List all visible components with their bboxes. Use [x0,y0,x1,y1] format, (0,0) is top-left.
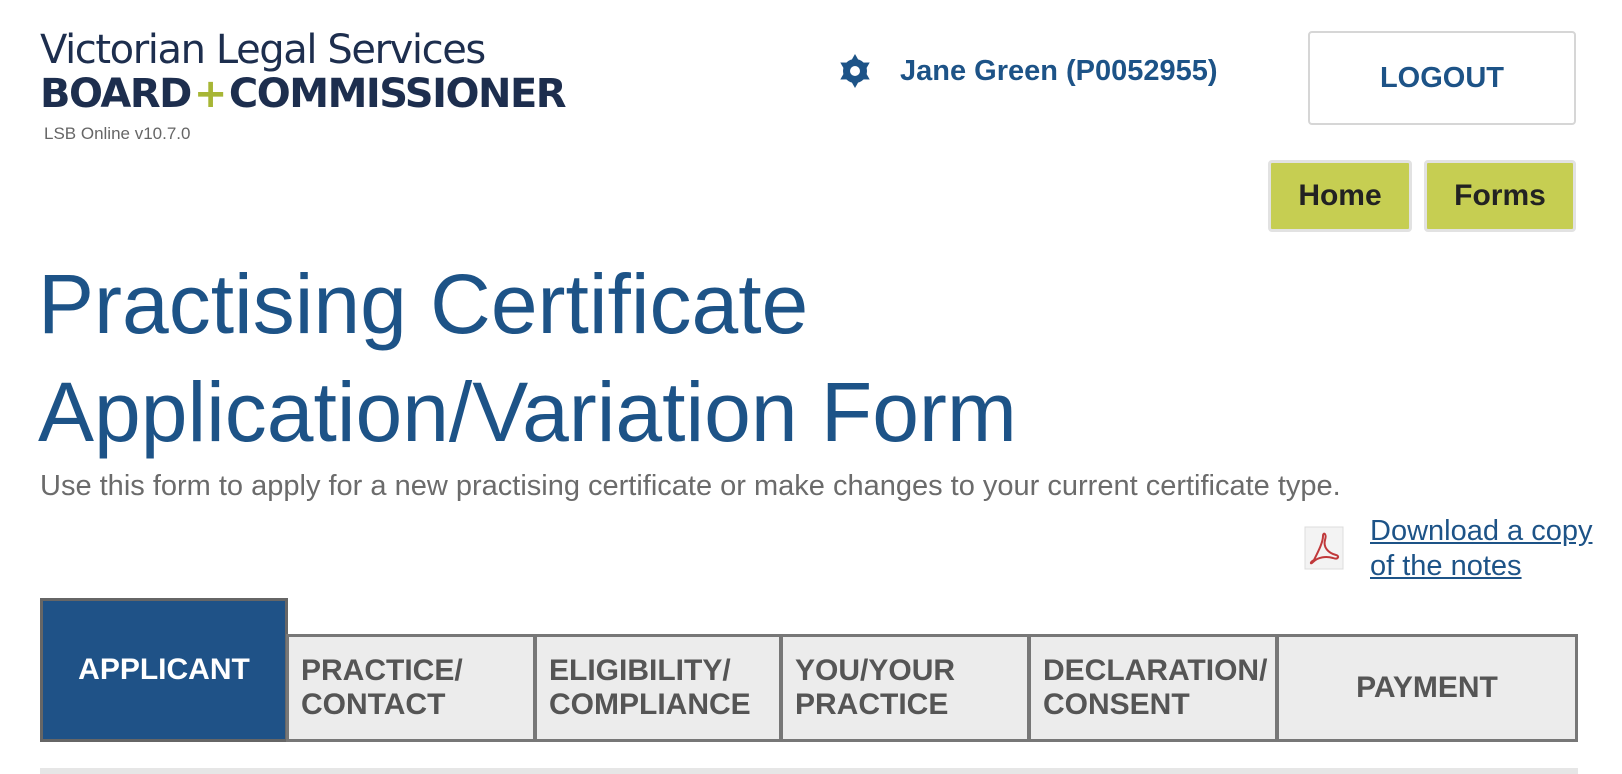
pdf-icon[interactable] [1304,526,1344,570]
version-label: LSB Online v10.7.0 [44,124,191,143]
page-subtitle: Use this form to apply for a new practis… [40,470,1341,502]
download-notes-link[interactable]: Download a copy of the notes [1370,514,1620,584]
logout-button[interactable]: LOGOUT [1308,31,1576,125]
tab-you-your-practice[interactable]: YOU/YOUR PRACTICE [780,634,1030,742]
tab-payment[interactable]: PAYMENT [1276,634,1578,742]
forms-button[interactable]: Forms [1424,160,1576,232]
tab-eligibility-compliance[interactable]: ELIGIBILITY/ COMPLIANCE [534,634,782,742]
page-title: Practising Certificate Application/Varia… [38,257,1017,459]
user-area: Jane Green (P0052955) [836,52,1218,90]
user-name[interactable]: Jane Green (P0052955) [900,55,1218,88]
logo: Victorian Legal Services BOARD+COMMISSIO… [40,27,567,117]
logo-commissioner: COMMISSIONER [228,71,567,117]
gear-icon-svg [840,54,870,88]
logo-line-2: BOARD+COMMISSIONER [40,71,567,117]
tab-practice-contact[interactable]: PRACTICE/ CONTACT [286,634,536,742]
pdf-icon-svg [1304,526,1344,570]
tab-declaration-consent[interactable]: DECLARATION/ CONSENT [1028,634,1278,742]
logo-board: BOARD [40,71,192,117]
logo-plus: + [193,71,228,117]
logo-line-1: Victorian Legal Services [40,27,486,73]
home-button[interactable]: Home [1268,160,1412,232]
tab-content-top-edge [40,768,1578,774]
gear-icon[interactable] [836,52,874,90]
tab-applicant[interactable]: APPLICANT [40,598,288,742]
